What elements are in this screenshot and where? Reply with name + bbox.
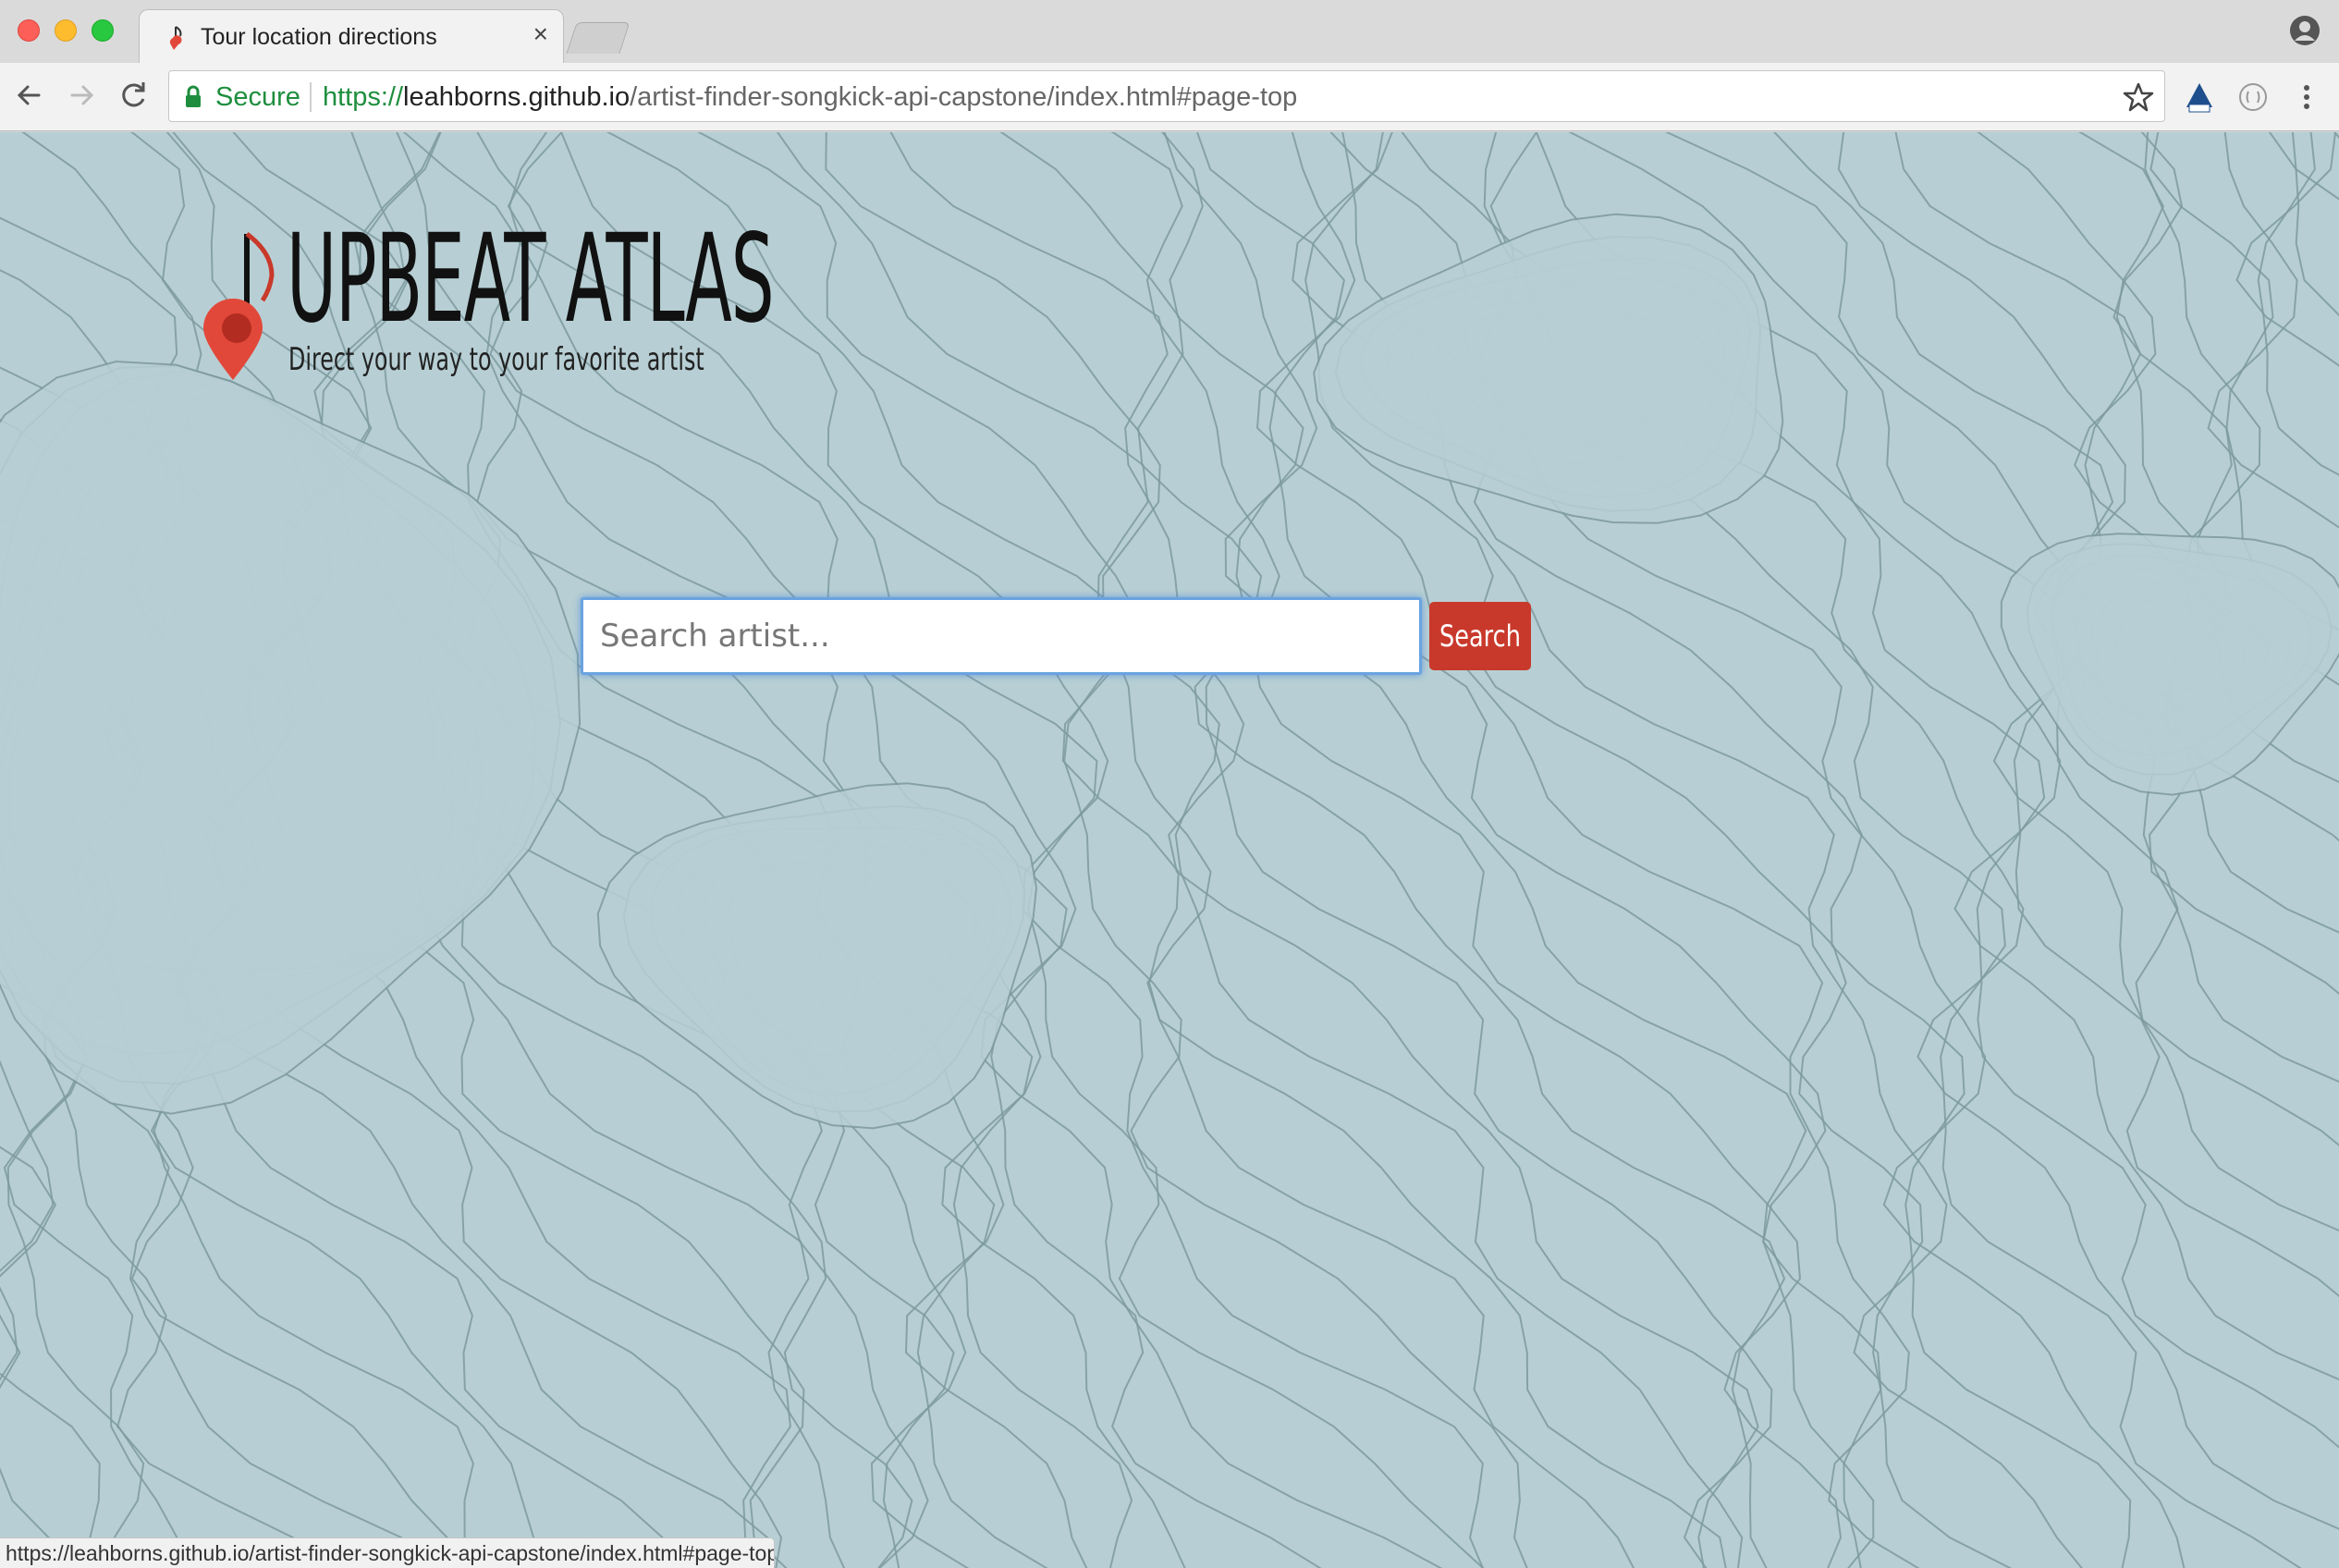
- contour-line: [2257, 132, 2339, 476]
- lock-icon: [186, 85, 201, 107]
- contour-loop: [596, 782, 1038, 1130]
- url-text[interactable]: https://leahborns.github.io/artist-finde…: [323, 82, 1297, 113]
- more-menu-icon[interactable]: [2289, 80, 2324, 115]
- contour-loop: [1313, 213, 1784, 524]
- reload-icon[interactable]: [115, 77, 152, 114]
- address-divider: [310, 82, 312, 112]
- extension-circle-icon[interactable]: [2235, 80, 2271, 115]
- window-minimize-button[interactable]: [55, 19, 77, 42]
- status-bar-url: https://leahborns.github.io/artist-finde…: [0, 1537, 775, 1568]
- contour-loop: [0, 360, 582, 1115]
- contour-loop: [2000, 533, 2339, 796]
- address-bar[interactable]: Secure https://leahborns.github.io/artis…: [168, 70, 2165, 122]
- site-tagline: Direct your way to your favorite artist: [288, 341, 704, 378]
- forward-arrow-icon[interactable]: [63, 77, 100, 114]
- contour-line: [2291, 132, 2339, 317]
- window-close-button[interactable]: [18, 19, 40, 42]
- profile-icon[interactable]: [2289, 15, 2321, 46]
- contour-line: [2268, 132, 2339, 201]
- tab-strip: Tour location directions ×: [0, 0, 2339, 63]
- bookmark-star-icon[interactable]: [2122, 80, 2155, 114]
- contour-line: [2333, 132, 2339, 140]
- contour-line: [1894, 132, 2339, 996]
- browser-toolbar: Secure https://leahborns.github.io/artis…: [0, 63, 2339, 131]
- contour-line: [1837, 132, 2339, 1084]
- url-path: /artist-finder-songkick-api-capstone/ind…: [630, 82, 1298, 112]
- secure-label: Secure: [215, 82, 300, 112]
- back-arrow-icon[interactable]: [11, 77, 48, 114]
- page-viewport: UPBEAT ATLAS Direct your way to your fav…: [0, 132, 2339, 1568]
- music-note-favicon-icon: [169, 26, 182, 50]
- window-maximize-button[interactable]: [92, 19, 114, 42]
- contour-line: [1773, 132, 2339, 1146]
- contour-line: [2077, 132, 2339, 842]
- tab-close-icon[interactable]: ×: [533, 21, 548, 47]
- contour-line: [2149, 132, 2339, 631]
- url-host: leahborns.github.io: [403, 82, 631, 112]
- tab-active[interactable]: Tour location directions ×: [139, 9, 564, 63]
- search-button-label: Search: [1439, 619, 1521, 654]
- axe-extension-icon[interactable]: [2182, 80, 2217, 115]
- new-tab-button[interactable]: [566, 22, 631, 54]
- contour-line: [2235, 132, 2339, 367]
- contour-line: [2207, 132, 2339, 529]
- url-scheme: https://: [323, 82, 404, 112]
- site-logo-title: UPBEAT ATLAS: [287, 208, 775, 350]
- artist-search-input[interactable]: [581, 597, 1422, 675]
- music-note-map-pin-icon: [203, 231, 275, 380]
- tab-title: Tour location directions: [201, 24, 437, 50]
- contour-line: [2144, 132, 2339, 686]
- search-button[interactable]: Search: [1429, 602, 1531, 670]
